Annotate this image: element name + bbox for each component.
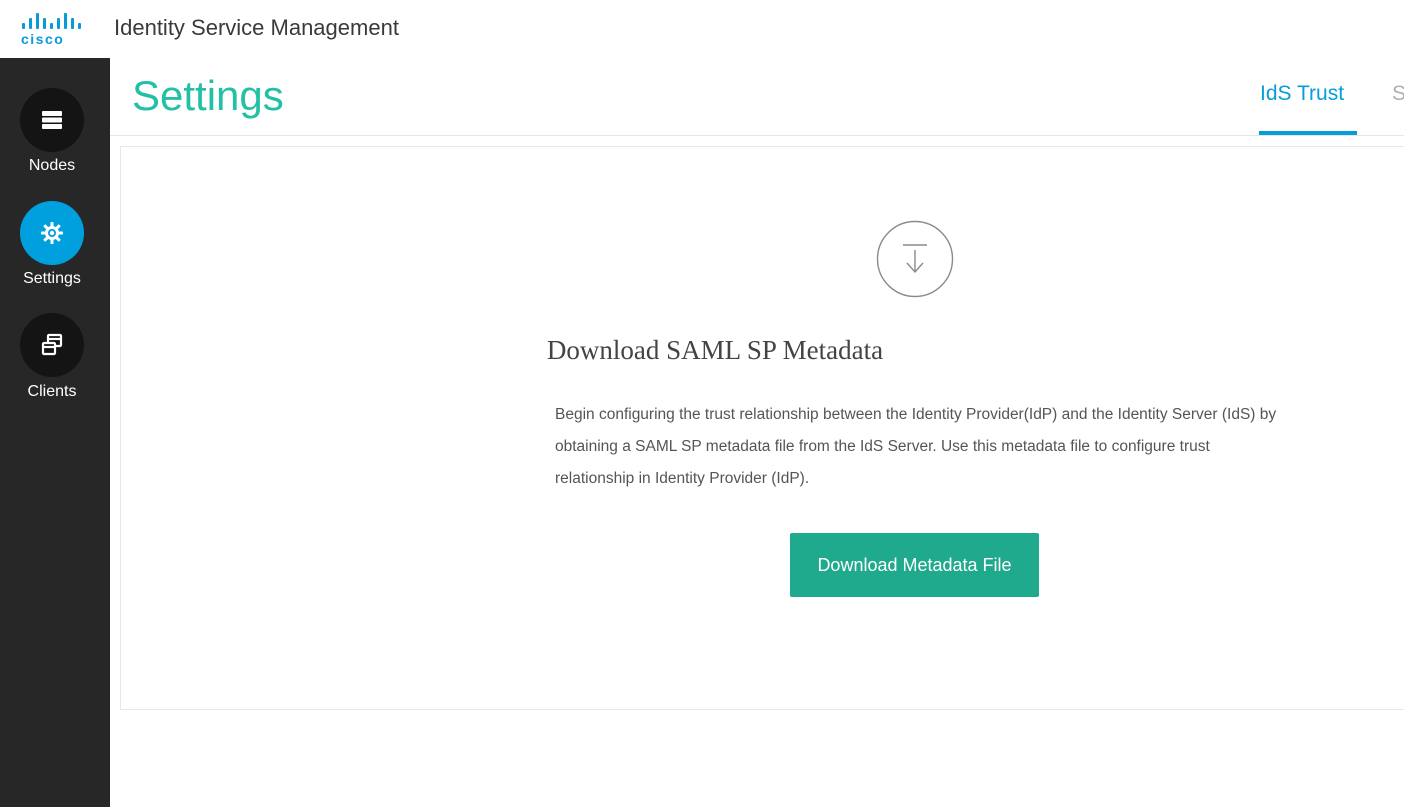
download-metadata-button[interactable]: Download Metadata File	[790, 533, 1039, 597]
nodes-icon	[20, 88, 84, 152]
top-header: cisco Identity Service Management	[0, 0, 1404, 58]
active-tab-indicator	[1259, 131, 1357, 135]
cisco-logo-bars	[22, 13, 92, 29]
tab-next[interactable]: S	[1392, 82, 1404, 106]
app-title: Identity Service Management	[114, 15, 399, 40]
sidebar-item-nodes[interactable]: Nodes	[0, 58, 110, 174]
card-description: Begin configuring the trust relationship…	[555, 406, 1277, 487]
card-heading: Download SAML SP Metadata	[546, 335, 884, 365]
page-title: Settings	[132, 72, 284, 119]
sidebar-item-label: Clients	[27, 383, 77, 400]
sidebar-nav: Nodes Settings Clients	[0, 58, 110, 807]
download-icon	[876, 220, 954, 298]
cisco-logo-text: cisco	[21, 31, 65, 47]
sidebar-item-clients[interactable]: Clients	[0, 283, 110, 400]
gear-icon	[20, 201, 84, 265]
clients-icon	[20, 313, 84, 377]
page-header: Settings IdS Trust S	[110, 58, 1404, 136]
sidebar-item-settings[interactable]: Settings	[0, 171, 110, 287]
saml-metadata-card: Download SAML SP Metadata Begin configur…	[120, 146, 1404, 710]
cisco-logo: cisco	[18, 12, 94, 48]
tab-ids-trust[interactable]: IdS Trust	[1260, 82, 1356, 136]
